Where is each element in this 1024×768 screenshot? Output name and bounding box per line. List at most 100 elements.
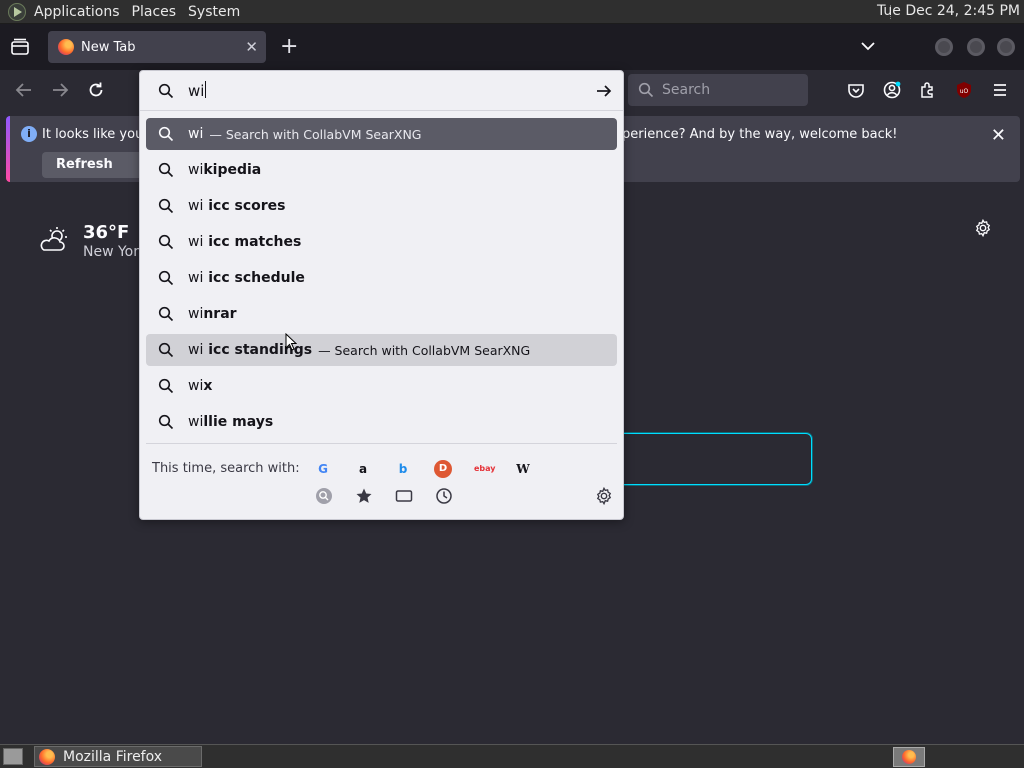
firefox-icon	[58, 39, 74, 55]
search-placeholder: Search	[662, 82, 711, 98]
suggestion-completion: llie mays	[203, 414, 274, 430]
notification-message-continued: perience? And by the way, welcome back!	[622, 127, 898, 142]
notification-close-button[interactable]: ✕	[991, 125, 1006, 146]
account-icon[interactable]	[882, 80, 902, 100]
search-settings-gear-icon[interactable]	[595, 487, 613, 505]
bottom-taskbar: Mozilla Firefox	[0, 744, 1024, 768]
search-icon	[638, 82, 654, 98]
suggestion-typed-part: wi	[188, 342, 204, 358]
suggestion-typed-part: wi	[188, 126, 204, 142]
suggestion-row[interactable]: wi kipedia	[146, 154, 617, 186]
search-icon	[158, 378, 174, 394]
workspace-switcher[interactable]	[893, 747, 925, 767]
hamburger-menu-icon[interactable]	[990, 80, 1010, 100]
search-icon	[158, 270, 174, 286]
top-panel: Applications Places System Tue Dec 24, 2…	[0, 0, 1024, 24]
info-icon: i	[21, 126, 37, 142]
tab-new-tab[interactable]: New Tab ✕	[48, 31, 266, 63]
suggestion-row[interactable]: wi x	[146, 370, 617, 402]
search-icon	[158, 83, 174, 98]
suggestion-row[interactable]: wi icc standings — Search with CollabVM S…	[146, 334, 617, 366]
suggestion-completion: kipedia	[203, 162, 262, 178]
one-off-label: This time, search with:	[152, 461, 300, 476]
suggestion-typed-part: wi	[188, 414, 204, 430]
urlbar-dropdown: wi wi — Search with CollabVM SearXNG wi kip…	[139, 70, 624, 520]
weather-city[interactable]: New York	[83, 244, 147, 260]
page-search-box[interactable]	[612, 433, 812, 485]
suggestion-typed-part: wi	[188, 198, 204, 214]
tabs-icon[interactable]	[395, 487, 413, 505]
search-icon	[158, 414, 174, 430]
suggestion-row[interactable]: wi nrar	[146, 298, 617, 330]
tab-strip: New Tab ✕ +	[0, 24, 1024, 70]
suggestion-row[interactable]: wi icc scores	[146, 190, 617, 222]
suggestion-completion: icc matches	[203, 234, 302, 250]
search-icon	[158, 198, 174, 214]
search-icon	[158, 342, 174, 358]
suggestion-action-text: — Search with CollabVM SearXNG	[318, 342, 531, 358]
applications-menu[interactable]: Applications	[34, 4, 120, 20]
tab-close-button[interactable]: ✕	[245, 38, 258, 56]
chevron-down-icon[interactable]	[860, 38, 876, 54]
urlbar-input-row[interactable]: wi	[140, 71, 623, 111]
history-clock-icon[interactable]	[435, 487, 453, 505]
suggestion-typed-part: wi	[188, 378, 204, 394]
bookmarks-star-icon[interactable]	[355, 487, 373, 505]
search-bar[interactable]: Search	[628, 74, 808, 106]
suggestion-completion: x	[203, 378, 213, 394]
refresh-firefox-button[interactable]: Refresh Firefox	[42, 152, 152, 178]
os-logo-icon[interactable]	[8, 2, 26, 21]
go-arrow-icon[interactable]	[595, 82, 613, 100]
suggestion-completion: nrar	[203, 306, 237, 322]
one-off-separator	[146, 443, 617, 444]
pocket-icon[interactable]	[846, 80, 866, 100]
maximize-button[interactable]	[967, 38, 985, 56]
forward-arrow-icon[interactable]	[50, 80, 70, 100]
minimize-button[interactable]	[935, 38, 953, 56]
suggestion-row[interactable]: wi icc schedule	[146, 262, 617, 294]
amazon-icon[interactable]: a	[354, 460, 372, 478]
close-window-button[interactable]	[997, 38, 1015, 56]
reload-icon[interactable]	[86, 80, 106, 100]
firefox-icon	[902, 750, 916, 764]
tab-title: New Tab	[81, 39, 136, 55]
google-icon[interactable]: G	[314, 460, 332, 478]
suggestion-typed-part: wi	[188, 234, 204, 250]
gear-icon[interactable]	[974, 219, 992, 237]
wikipedia-icon[interactable]: W	[514, 460, 532, 478]
firefox-icon	[39, 748, 55, 765]
firefox-view-icon[interactable]	[10, 37, 30, 57]
search-mode-icon[interactable]	[315, 487, 333, 505]
suggestion-typed-part: wi	[188, 270, 204, 286]
bing-icon[interactable]: b	[394, 460, 412, 478]
search-icon	[158, 126, 174, 142]
duckduckgo-icon[interactable]: D	[434, 460, 452, 478]
suggestion-completion: icc schedule	[203, 270, 305, 286]
mouse-cursor-icon	[285, 333, 297, 351]
show-desktop-button[interactable]	[3, 748, 23, 765]
suggestion-row[interactable]: wi icc matches	[146, 226, 617, 258]
search-icon	[158, 234, 174, 250]
weather-temperature[interactable]: 36°F	[83, 222, 129, 243]
suggestion-completion: icc scores	[203, 198, 286, 214]
ebay-icon[interactable]: ebay	[474, 460, 496, 478]
clock[interactable]: Tue Dec 24, 2:45 PM	[877, 3, 1020, 19]
suggestion-row[interactable]: wi — Search with CollabVM SearXNG	[146, 118, 617, 150]
back-arrow-icon[interactable]	[14, 80, 34, 100]
suggestion-action-text: — Search with CollabVM SearXNG	[209, 126, 422, 142]
search-icon	[158, 306, 174, 322]
system-menu[interactable]: System	[188, 4, 240, 20]
extensions-icon[interactable]	[918, 80, 938, 100]
taskbar-window-title: Mozilla Firefox	[63, 748, 163, 765]
notification-accent-stripe	[6, 116, 10, 182]
suggestion-row[interactable]: wi llie mays	[146, 406, 617, 438]
urlbar-input[interactable]: wi	[188, 81, 207, 100]
places-menu[interactable]: Places	[132, 4, 177, 20]
urlbar-typed-text: wi	[188, 82, 205, 100]
new-tab-button[interactable]: +	[280, 34, 298, 60]
taskbar-firefox-window[interactable]: Mozilla Firefox	[34, 746, 202, 767]
suggestion-typed-part: wi	[188, 306, 204, 322]
suggestion-typed-part: wi	[188, 162, 204, 178]
search-icon	[158, 162, 174, 178]
ublock-origin-icon[interactable]: uO	[954, 80, 974, 100]
